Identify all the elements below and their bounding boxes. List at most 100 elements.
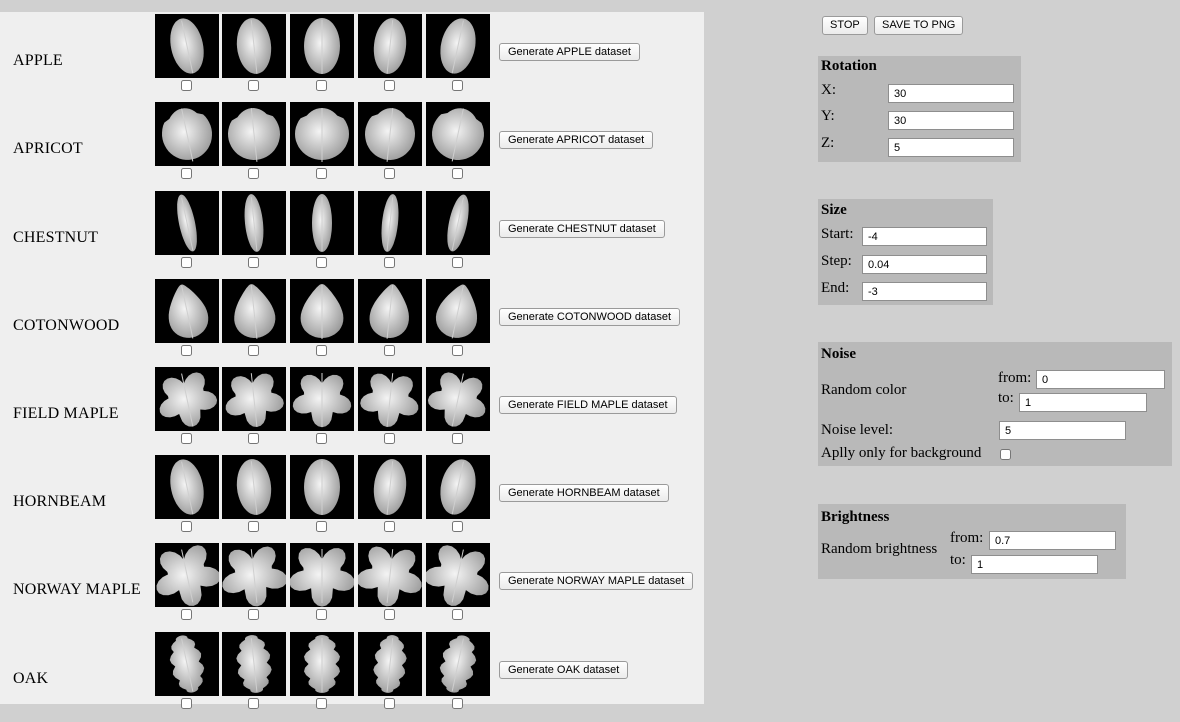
leaf-select-checkbox[interactable]	[452, 521, 463, 532]
leaf-select-checkbox[interactable]	[452, 257, 463, 268]
rotation-panel: Rotation X: Y: Z:	[818, 56, 1021, 162]
size-end-input[interactable]	[862, 282, 987, 301]
leaf-thumbnail	[222, 543, 286, 607]
rotation-x-input[interactable]	[888, 84, 1014, 103]
leaf-select-checkbox[interactable]	[248, 609, 259, 620]
size-step-input[interactable]	[862, 255, 987, 274]
size-step-label: Step:	[821, 253, 852, 269]
generate-dataset-button[interactable]: Generate FIELD MAPLE dataset	[499, 396, 677, 414]
noise-from-input[interactable]	[1036, 370, 1165, 389]
leaf-select-checkbox[interactable]	[248, 257, 259, 268]
rotation-z-input[interactable]	[888, 138, 1014, 157]
leaf-select-checkbox[interactable]	[181, 345, 192, 356]
stop-button[interactable]: STOP	[822, 16, 868, 35]
leaf-select-checkbox[interactable]	[384, 521, 395, 532]
species-name: OAK	[13, 670, 49, 687]
noise-to-input[interactable]	[1019, 393, 1147, 412]
leaf-select-checkbox[interactable]	[316, 521, 327, 532]
leaf-select-checkbox[interactable]	[316, 257, 327, 268]
leaf-thumbnail	[155, 455, 219, 519]
leaf-select-checkbox[interactable]	[248, 168, 259, 179]
generate-dataset-button[interactable]: Generate APPLE dataset	[499, 43, 640, 61]
leaf-thumbnail	[426, 367, 490, 431]
generate-dataset-button[interactable]: Generate HORNBEAM dataset	[499, 484, 669, 502]
species-name: APRICOT	[13, 140, 83, 157]
leaf-thumbnail	[290, 14, 354, 78]
generate-dataset-button[interactable]: Generate OAK dataset	[499, 661, 629, 679]
leaf-thumbnail	[358, 543, 422, 607]
leaf-thumbnail	[290, 279, 354, 343]
brightness-to-label: to:	[950, 552, 966, 568]
leaf-thumbnail	[222, 102, 286, 166]
leaf-select-checkbox[interactable]	[384, 257, 395, 268]
leaf-select-checkbox[interactable]	[384, 433, 395, 444]
rotation-y-input[interactable]	[888, 111, 1014, 130]
brightness-from-label: from:	[950, 530, 984, 546]
leaf-select-checkbox[interactable]	[181, 433, 192, 444]
leaf-select-checkbox[interactable]	[316, 168, 327, 179]
leaf-select-checkbox[interactable]	[181, 257, 192, 268]
leaf-thumbnail	[358, 455, 422, 519]
leaf-select-checkbox[interactable]	[316, 345, 327, 356]
leaf-select-checkbox[interactable]	[452, 433, 463, 444]
leaf-select-checkbox[interactable]	[384, 168, 395, 179]
leaf-thumbnail	[358, 102, 422, 166]
leaf-thumbnail	[155, 279, 219, 343]
rotation-title: Rotation	[821, 58, 877, 74]
random-brightness-label: Random brightness	[821, 541, 938, 557]
species-name: FIELD MAPLE	[13, 405, 119, 422]
leaf-thumbnail	[290, 543, 354, 607]
noise-level-input[interactable]	[999, 421, 1126, 440]
leaf-select-checkbox[interactable]	[316, 433, 327, 444]
generate-dataset-button[interactable]: Generate CHESTNUT dataset	[499, 220, 665, 238]
leaf-thumbnail	[155, 632, 219, 696]
leaf-select-checkbox[interactable]	[181, 609, 192, 620]
species-name: APPLE	[13, 52, 63, 69]
noise-panel: Noise Random color from: to: Noise level…	[818, 342, 1172, 466]
size-start-input[interactable]	[862, 227, 987, 246]
leaf-select-checkbox[interactable]	[452, 609, 463, 620]
generate-dataset-button[interactable]: Generate COTONWOOD dataset	[499, 308, 681, 326]
leaf-select-checkbox[interactable]	[384, 345, 395, 356]
leaf-thumbnail	[155, 14, 219, 78]
leaf-select-checkbox[interactable]	[316, 609, 327, 620]
noise-from-label: from:	[998, 370, 1032, 386]
leaf-thumbnail	[426, 455, 490, 519]
species-name: CHESTNUT	[13, 229, 99, 246]
leaf-select-checkbox[interactable]	[452, 345, 463, 356]
brightness-from-input[interactable]	[989, 531, 1116, 550]
leaf-thumbnail	[426, 632, 490, 696]
noise-level-label: Noise level:	[821, 422, 894, 438]
leaf-select-checkbox[interactable]	[181, 168, 192, 179]
leaf-thumbnail	[358, 191, 422, 255]
species-row: OAK Generate OAK dataset	[0, 632, 704, 722]
leaf-thumbnail	[290, 191, 354, 255]
leaf-select-checkbox[interactable]	[248, 433, 259, 444]
leaf-select-checkbox[interactable]	[384, 80, 395, 91]
leaf-thumbnail	[426, 102, 490, 166]
size-start-label: Start:	[821, 226, 854, 242]
leaf-select-checkbox[interactable]	[248, 80, 259, 91]
noise-title: Noise	[821, 346, 856, 362]
random-color-label: Random color	[821, 382, 907, 398]
rotation-x-label: X:	[821, 82, 836, 98]
size-end-label: End:	[821, 280, 850, 296]
leaf-thumbnail	[222, 367, 286, 431]
background-only-checkbox[interactable]	[1000, 449, 1011, 460]
leaf-select-checkbox[interactable]	[452, 168, 463, 179]
species-name: HORNBEAM	[13, 493, 107, 510]
brightness-to-input[interactable]	[971, 555, 1098, 574]
generate-dataset-button[interactable]: Generate APRICOT dataset	[499, 131, 654, 149]
leaf-thumbnail	[426, 14, 490, 78]
generate-dataset-button[interactable]: Generate NORWAY MAPLE dataset	[499, 572, 694, 590]
leaf-select-checkbox[interactable]	[181, 521, 192, 532]
leaf-select-checkbox[interactable]	[384, 609, 395, 620]
leaf-select-checkbox[interactable]	[452, 80, 463, 91]
leaf-select-checkbox[interactable]	[248, 521, 259, 532]
save-to-png-button[interactable]: SAVE TO PNG	[874, 16, 964, 35]
noise-to-label: to:	[998, 390, 1014, 406]
leaf-select-checkbox[interactable]	[181, 80, 192, 91]
leaf-select-checkbox[interactable]	[316, 80, 327, 91]
leaf-select-checkbox[interactable]	[248, 345, 259, 356]
leaf-thumbnail	[222, 455, 286, 519]
